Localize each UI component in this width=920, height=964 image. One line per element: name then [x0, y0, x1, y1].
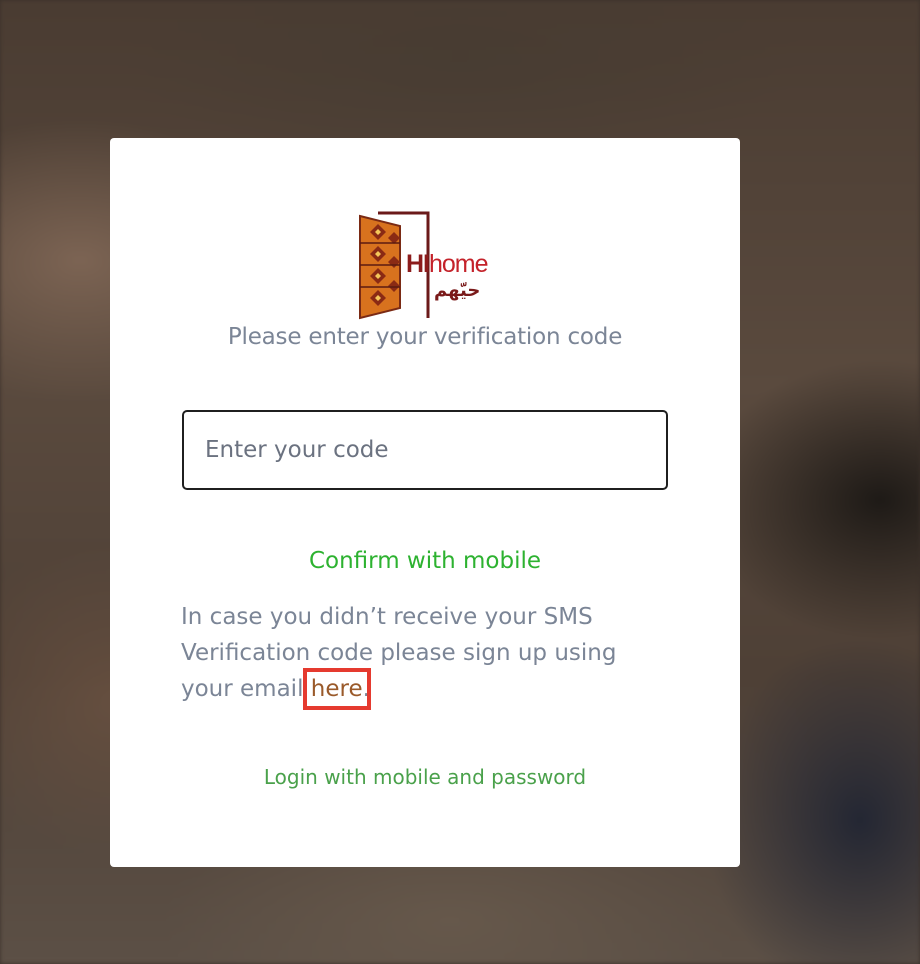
verification-card: HIhome حيّهم Please enter your verificat… — [110, 138, 740, 867]
logo-prefix: HI — [406, 250, 430, 278]
here-link[interactable]: here — [302, 668, 371, 710]
logo-suffix: home — [429, 250, 489, 278]
hihome-logo: HIhome حيّهم — [356, 210, 496, 320]
page-subtitle: Please enter your verification code — [227, 324, 623, 350]
verification-code-input[interactable] — [182, 410, 668, 490]
sms-help-note: In case you didn’t receive your SMS Veri… — [181, 599, 621, 710]
sms-help-text: In case you didn’t receive your SMS Veri… — [181, 604, 617, 702]
note-period: . — [362, 676, 370, 702]
login-with-mobile-password-link[interactable]: Login with mobile and password — [110, 765, 740, 789]
logo-arabic: حيّهم — [434, 280, 481, 301]
confirm-with-mobile-link[interactable]: Confirm with mobile — [110, 548, 740, 574]
logo-wordmark: HIhome — [406, 250, 489, 279]
